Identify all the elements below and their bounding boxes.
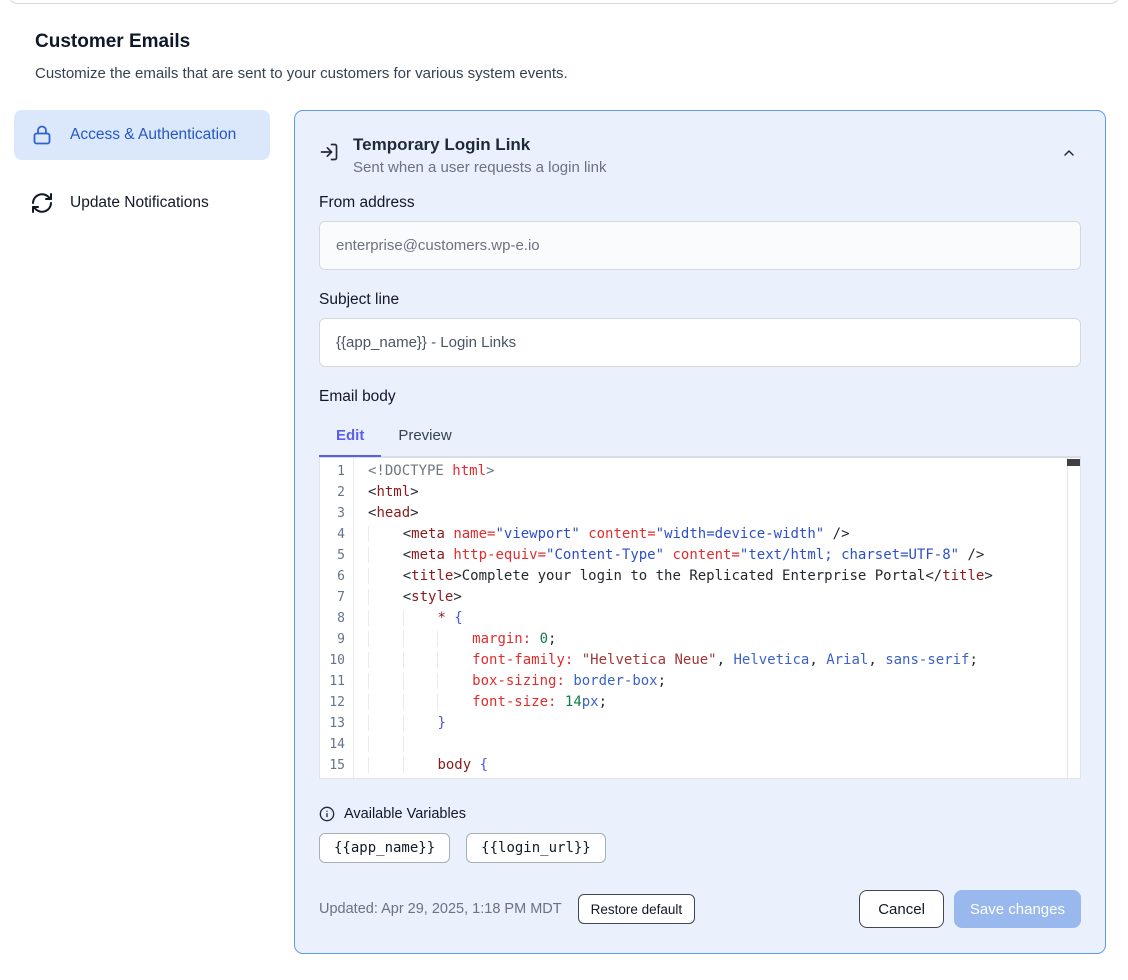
chevron-up-icon: [1061, 145, 1077, 161]
sidebar-item-access-authentication[interactable]: Access & Authentication: [14, 110, 270, 160]
cancel-button[interactable]: Cancel: [859, 890, 944, 928]
previous-card-bottom-edge: [8, 0, 1120, 4]
gutter: 12345678910111213141516: [320, 458, 354, 778]
available-variables-header: Available Variables: [319, 806, 1081, 822]
subject-line-input[interactable]: [319, 318, 1081, 367]
info-icon: [319, 806, 335, 822]
page-subtitle: Customize the emails that are sent to yo…: [35, 65, 1128, 82]
editor-scrollbar-thumb[interactable]: [1067, 459, 1080, 466]
panel-footer: Updated: Apr 29, 2025, 1:18 PM MDT Resto…: [319, 890, 1081, 928]
email-body-label: Email body: [319, 388, 1081, 406]
editor-scrollbar[interactable]: [1067, 458, 1080, 778]
sidebar-item-update-notifications[interactable]: Update Notifications: [14, 178, 270, 228]
panel-header: Temporary Login Link Sent when a user re…: [319, 135, 1081, 176]
updated-timestamp: Updated: Apr 29, 2025, 1:18 PM MDT: [319, 901, 562, 917]
email-types-sidebar: Access & Authentication Update Notificat…: [14, 110, 270, 228]
page-title: Customer Emails: [35, 31, 1128, 53]
panel-title: Temporary Login Link: [353, 135, 1043, 155]
save-changes-button[interactable]: Save changes: [954, 890, 1081, 928]
sidebar-item-label: Update Notifications: [70, 191, 209, 215]
restore-default-button[interactable]: Restore default: [578, 894, 696, 924]
from-address-label: From address: [319, 194, 1081, 212]
variable-chip-app-name[interactable]: {{app_name}}: [319, 833, 450, 863]
login-icon: [319, 142, 339, 162]
tab-preview[interactable]: Preview: [381, 418, 468, 456]
temporary-login-link-panel: Temporary Login Link Sent when a user re…: [294, 110, 1106, 954]
variable-chip-login-url[interactable]: {{login_url}}: [466, 833, 606, 863]
code-lines[interactable]: <!DOCTYPE html><html><head> <meta name="…: [354, 458, 1080, 778]
panel-subtitle: Sent when a user requests a login link: [353, 159, 1043, 176]
sidebar-item-label: Access & Authentication: [70, 123, 236, 147]
email-body-tabs: Edit Preview: [319, 418, 1081, 457]
code-editor[interactable]: 12345678910111213141516 <!DOCTYPE html><…: [319, 457, 1081, 779]
available-variables-label: Available Variables: [344, 806, 466, 822]
collapse-panel-button[interactable]: [1057, 141, 1081, 165]
content-layout: Access & Authentication Update Notificat…: [0, 110, 1128, 954]
tab-edit[interactable]: Edit: [319, 418, 381, 456]
variable-chips: {{app_name}} {{login_url}}: [319, 833, 1081, 863]
from-address-input[interactable]: [319, 221, 1081, 270]
subject-line-label: Subject line: [319, 291, 1081, 309]
refresh-icon: [30, 191, 54, 215]
lock-icon: [30, 123, 54, 147]
